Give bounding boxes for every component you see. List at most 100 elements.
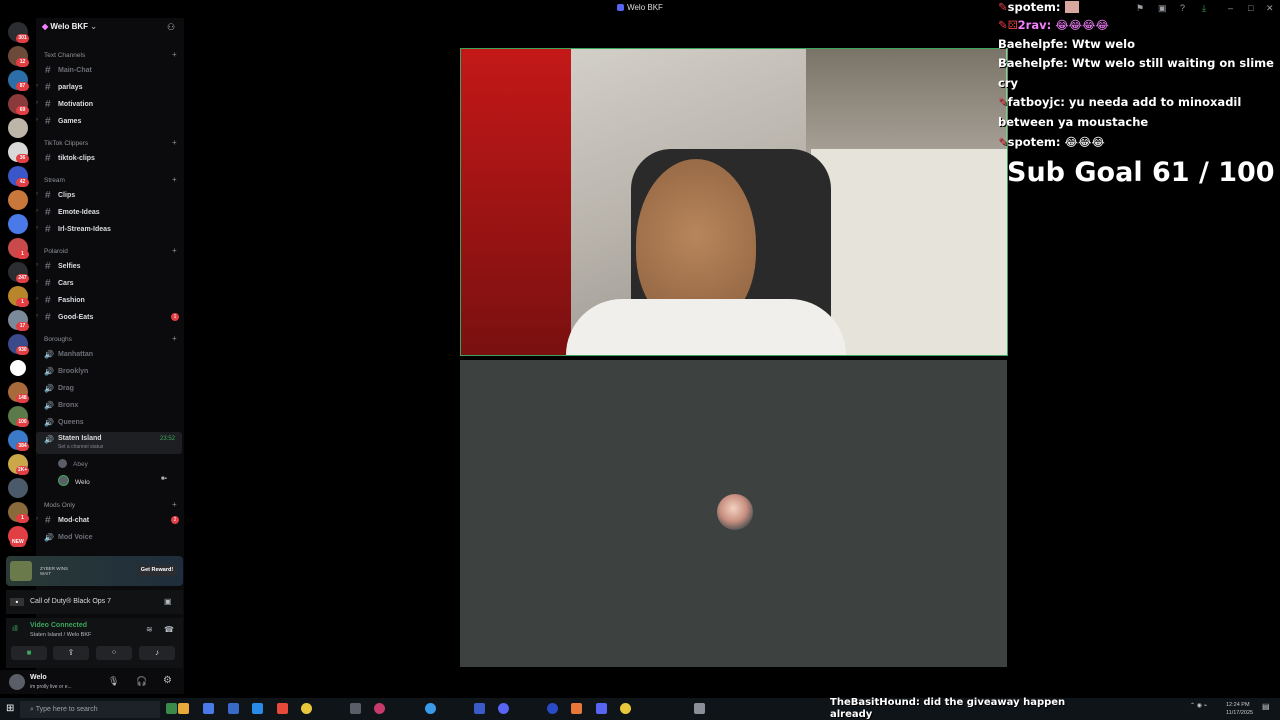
minimize-icon[interactable]: – — [1228, 3, 1233, 13]
noise-suppression-icon[interactable]: ≋ — [146, 625, 153, 634]
add-channel-icon[interactable]: + — [172, 500, 177, 509]
channel-cars[interactable]: › # Cars — [36, 276, 182, 291]
browser-icon[interactable] — [620, 703, 631, 714]
app-icon[interactable] — [277, 703, 288, 714]
discord-icon[interactable] — [498, 703, 509, 714]
headphones-icon[interactable]: 🎧 — [136, 676, 147, 687]
channel-status[interactable]: Set a channel status — [58, 444, 103, 450]
channel-mod-chat[interactable]: › # Mod-chat — [36, 513, 182, 528]
channel-games[interactable]: › # Games — [36, 114, 182, 129]
signal-icon[interactable]: ıll — [12, 624, 18, 633]
voice-channel-bronx[interactable]: 🔊 Bronx — [36, 398, 182, 413]
speaker-icon: 🔊 — [44, 435, 54, 444]
disconnect-icon[interactable]: ☎ — [164, 625, 174, 634]
app-icon[interactable] — [694, 703, 705, 714]
channel-emote-ideas[interactable]: › # Emote-Ideas — [36, 205, 182, 220]
voice-channel-mod-voice[interactable]: 🔊 Mod Voice — [36, 530, 182, 545]
server-icon[interactable] — [8, 478, 28, 498]
channel-selfies[interactable]: › # Selfies — [36, 259, 182, 274]
channel-good-eats[interactable]: › # Good-Eats — [36, 310, 182, 325]
activities-button[interactable]: ⁘ — [96, 646, 132, 660]
inbox-icon[interactable]: ⚑ — [1136, 3, 1144, 14]
category-text-channels[interactable]: Text Channels — [44, 52, 85, 59]
video-tile-main[interactable] — [460, 48, 1008, 356]
stream-game-icon[interactable]: ▣ — [164, 597, 172, 606]
channel-main-chat[interactable]: # Main-Chat — [36, 63, 182, 78]
user-status: im prolly live or e... — [30, 684, 72, 690]
close-icon[interactable]: ✕ — [1266, 3, 1274, 14]
voice-user[interactable]: Abey — [58, 459, 88, 468]
add-channel-icon[interactable]: + — [172, 50, 177, 59]
app-icon[interactable] — [178, 703, 189, 714]
chevron-right-icon: › — [36, 313, 38, 319]
server-icon[interactable] — [8, 358, 28, 378]
channel-irl-stream-ideas[interactable]: › # Irl-Stream-Ideas — [36, 222, 182, 237]
category-boroughs[interactable]: Boroughs — [44, 336, 72, 343]
rail-badge: 1 — [16, 514, 29, 523]
add-channel-icon[interactable]: + — [172, 175, 177, 184]
app-icon[interactable] — [228, 703, 239, 714]
app-icon[interactable] — [374, 703, 385, 714]
add-channel-icon[interactable]: + — [172, 334, 177, 343]
microphone-icon[interactable]: 🎙 — [108, 676, 119, 687]
app-icon[interactable] — [252, 703, 263, 714]
app-icon[interactable] — [425, 703, 436, 714]
server-icon[interactable] — [8, 118, 28, 138]
add-channel-icon[interactable]: + — [172, 138, 177, 147]
get-reward-button[interactable]: Get Reward! — [137, 565, 177, 576]
channel-motivation[interactable]: › # Motivation — [36, 97, 182, 112]
screen-share-button[interactable]: ⇪ — [53, 646, 89, 660]
category-polaroid[interactable]: Polaroid — [44, 248, 68, 255]
windows-start-icon[interactable]: ⊞ — [6, 703, 14, 714]
maximize-icon[interactable]: □ — [1248, 3, 1253, 13]
app-icon[interactable] — [203, 703, 214, 714]
voice-channel-queens[interactable]: 🔊 Queens — [36, 415, 182, 430]
date[interactable]: 11/17/2025 — [1226, 710, 1253, 716]
tray-icons[interactable]: ⌃ ◉ ⌁ — [1190, 702, 1207, 709]
browser-icon[interactable] — [301, 703, 312, 714]
server-header[interactable]: ◆ Welo BKF ⌄ — [42, 22, 97, 31]
taskbar-search[interactable]: ⌕ Type here to search — [20, 701, 160, 718]
voice-user[interactable]: Welo — [58, 475, 90, 486]
app-icon[interactable] — [350, 703, 361, 714]
app-icon[interactable] — [166, 703, 177, 714]
channel-fashion[interactable]: › # Fashion — [36, 293, 182, 308]
avatar — [58, 475, 69, 486]
avatar[interactable] — [9, 674, 25, 690]
speaker-icon: 🔊 — [44, 367, 54, 376]
help-icon[interactable]: ? — [1180, 3, 1185, 13]
channel-parlays[interactable]: › # parlays — [36, 80, 182, 95]
download-icon[interactable]: ⤓ — [1202, 3, 1206, 14]
user-name: Welo — [30, 674, 47, 681]
server-icon[interactable] — [8, 190, 28, 210]
app-icon[interactable] — [547, 703, 558, 714]
camera-button[interactable]: ■ — [11, 646, 47, 660]
category-mods-only[interactable]: Mods Only — [44, 502, 75, 509]
rail-badge: 12 — [16, 58, 29, 67]
voice-channel-manhattan[interactable]: 🔊 Manhattan — [36, 347, 182, 362]
category-tiktok-clippers[interactable]: TikTok Clippers — [44, 140, 88, 147]
chat-line: ✎⚄2rav: 😂😂😂😂 — [998, 18, 1109, 32]
voice-channel-brooklyn[interactable]: 🔊 Brooklyn — [36, 364, 182, 379]
voice-location[interactable]: Staten Island / Welo BKF — [30, 632, 91, 638]
window-title: Welo BKF — [0, 3, 1280, 12]
settings-gear-icon[interactable]: ⚙ — [163, 675, 172, 686]
voice-channel-drag[interactable]: 🔊 Drag — [36, 381, 182, 396]
rail-badge: 148 — [16, 394, 29, 403]
screen-icon[interactable]: ▣ — [1158, 3, 1167, 14]
channel-clips[interactable]: › # Clips — [36, 188, 182, 203]
channel-tiktok-clips[interactable]: # tiktok-clips — [36, 151, 182, 166]
app-icon[interactable] — [474, 703, 485, 714]
app-icon[interactable] — [571, 703, 582, 714]
server-icon[interactable] — [8, 214, 28, 234]
notification-icon[interactable]: ▤ — [1262, 702, 1270, 711]
add-channel-icon[interactable]: + — [172, 246, 177, 255]
voice-channel-staten-island[interactable]: 🔊 Staten Island 23:52 Set a channel status — [36, 432, 182, 454]
category-stream[interactable]: Stream — [44, 177, 65, 184]
clock[interactable]: 12:24 PM — [1226, 702, 1250, 708]
rail-badge: 1 — [16, 250, 29, 259]
speaker-icon: 🔊 — [44, 418, 54, 427]
add-friend-icon[interactable]: ⚇ — [167, 22, 175, 33]
soundboard-button[interactable]: ♪ — [139, 646, 175, 660]
app-icon[interactable] — [596, 703, 607, 714]
